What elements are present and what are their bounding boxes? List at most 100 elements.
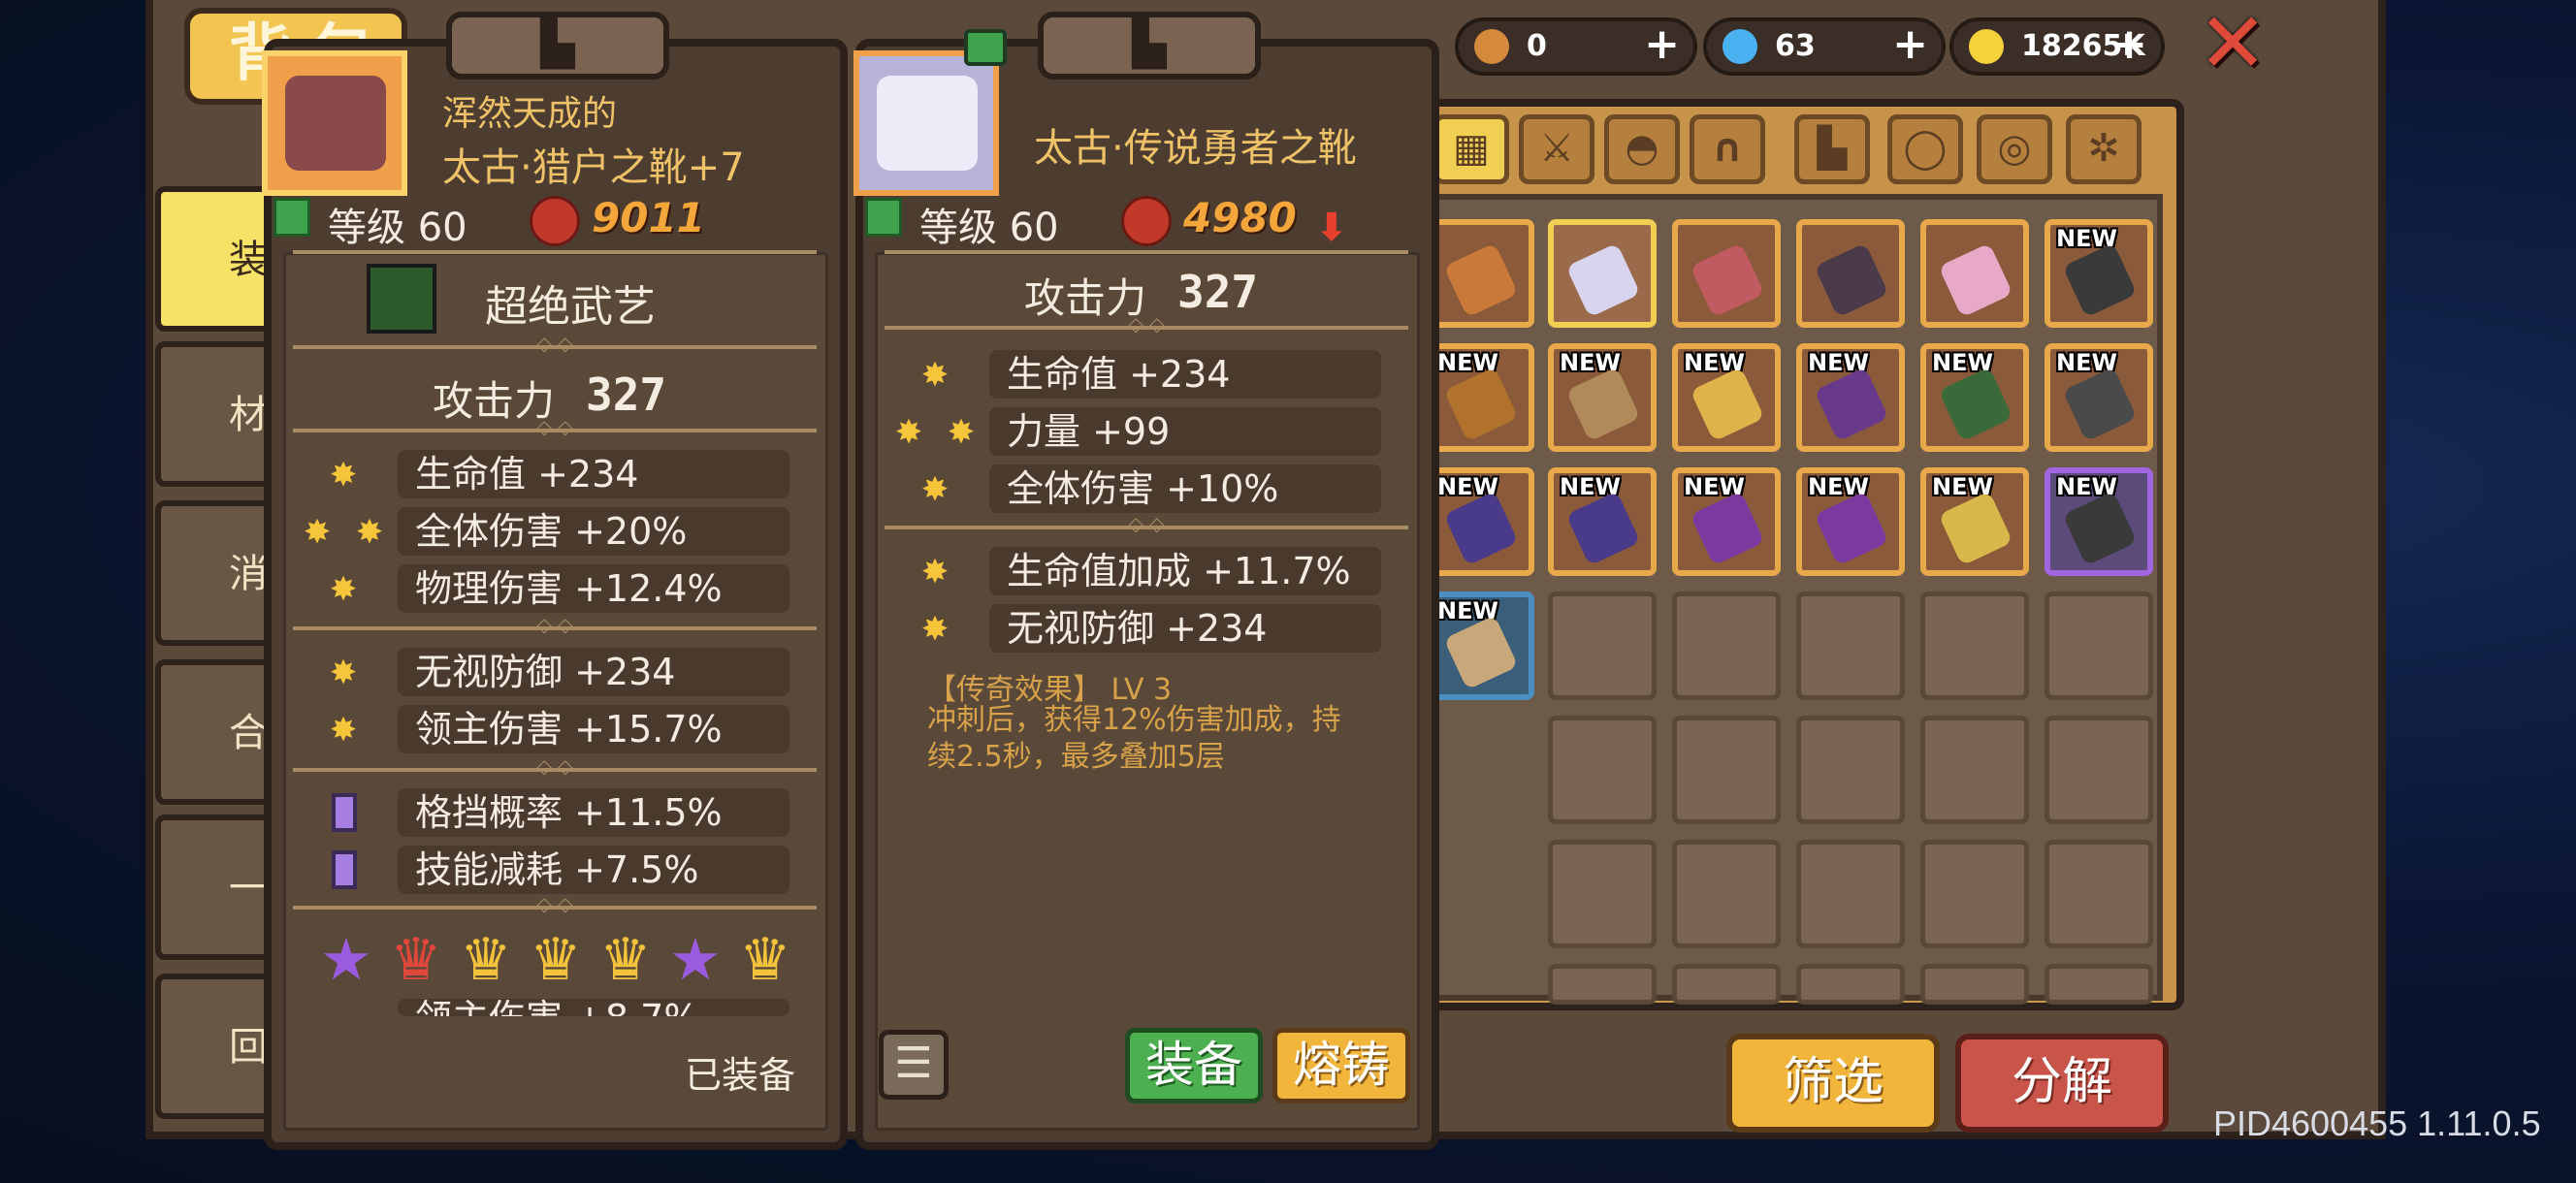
divider [293, 626, 817, 630]
stat-row: 领主伤害 +15.7% [398, 705, 789, 753]
grid-icon[interactable]: ▦ [1433, 114, 1509, 184]
inventory-slot[interactable]: NEW [2045, 467, 2153, 576]
item-prefix: 浑然天成的 [442, 94, 618, 134]
inventory-slot[interactable]: NEW [2045, 219, 2153, 328]
inventory-slot[interactable]: NEW [1426, 592, 1534, 700]
stat-row: 技能减耗 +7.5% [398, 846, 789, 894]
divider [293, 345, 817, 349]
legend-effect-line: 冲刺后，获得12%伤害加成，持 [927, 703, 1341, 737]
inventory-slot[interactable]: NEW [1548, 467, 1657, 576]
inventory-slot[interactable] [1796, 219, 1905, 328]
inventory-slot[interactable] [1548, 219, 1657, 328]
empty-slot[interactable] [1548, 840, 1657, 948]
empty-slot[interactable] [1672, 716, 1781, 824]
inventory-slot[interactable]: NEW [1920, 467, 2029, 576]
add-meat-button[interactable]: + [1644, 19, 1680, 70]
stat-row: 生命值 +234 [398, 450, 789, 498]
down-arrow-icon: ⬇ [1315, 206, 1348, 250]
empty-slot[interactable] [1672, 964, 1781, 1005]
side-tab-consumables[interactable]: 消 [155, 500, 281, 646]
list-icon[interactable]: ☰ [879, 1030, 949, 1100]
inventory-slot[interactable]: NEW [1920, 343, 2029, 452]
ring-icon[interactable]: ◎ [1977, 114, 2052, 184]
skill-name: 超绝武艺 [485, 282, 656, 332]
boots-slot-emblem: ▙ [446, 12, 669, 80]
side-tab-combine[interactable]: 合 [155, 659, 281, 805]
side-tab-onekey[interactable]: 一 [155, 815, 281, 960]
meat-icon [1474, 29, 1509, 64]
inventory-slot[interactable]: NEW [1548, 343, 1657, 452]
empty-slot[interactable] [1920, 840, 2029, 948]
empty-slot[interactable] [1920, 964, 2029, 1005]
side-tab-materials[interactable]: 材 [155, 341, 281, 487]
empty-slot[interactable] [1796, 964, 1905, 1005]
smelt-button[interactable]: 熔铸 [1272, 1028, 1410, 1103]
close-icon[interactable]: ✕ [2194, 2, 2271, 85]
add-gems-button[interactable]: + [1892, 19, 1928, 70]
divider [293, 906, 817, 910]
empty-slot[interactable] [1920, 716, 2029, 824]
unlock-icon[interactable] [964, 29, 1007, 66]
inventory-slot[interactable] [1672, 219, 1781, 328]
star-icon: ✸ [920, 470, 950, 509]
star-icon: ✸ [329, 456, 358, 495]
empty-slot[interactable] [1796, 840, 1905, 948]
filter-button[interactable]: 筛选 [1726, 1034, 1940, 1133]
necklace-icon[interactable]: ◯ [1887, 114, 1963, 184]
empty-slot[interactable] [1672, 592, 1781, 700]
star-icon: ✸ [355, 513, 384, 552]
empty-slot[interactable] [1548, 964, 1657, 1005]
version-label: PID4600455 1.11.0.5 [2213, 1103, 2541, 1143]
empty-slot[interactable] [1548, 716, 1657, 824]
empty-slot[interactable] [1672, 840, 1781, 948]
power-icon [530, 196, 580, 246]
side-tab-recycle[interactable]: 回 [155, 974, 281, 1119]
gold-crown-icon: ♛ [739, 926, 791, 994]
side-tab-equipment[interactable]: 装 [155, 186, 281, 332]
divider [293, 250, 817, 254]
stat-row: 无视防御 +234 [398, 648, 789, 696]
inventory-slot[interactable]: NEW [2045, 343, 2153, 452]
empty-slot[interactable] [1920, 592, 2029, 700]
helmet-icon[interactable]: ∩ [1690, 114, 1765, 184]
empty-slot[interactable] [2045, 840, 2153, 948]
gem-icon [1723, 29, 1757, 64]
inventory-slot[interactable]: NEW [1426, 467, 1534, 576]
inventory-slot[interactable]: NEW [1672, 343, 1781, 452]
armor-icon[interactable]: ◓ [1604, 114, 1680, 184]
star-icon: ✸ [329, 711, 358, 750]
inventory-slot[interactable] [1920, 219, 2029, 328]
stat-row: 物理伤害 +12.4% [398, 564, 789, 613]
empty-slot[interactable] [1796, 592, 1905, 700]
empty-slot[interactable] [2045, 592, 2153, 700]
sword-icon[interactable]: ⚔ [1519, 114, 1594, 184]
gear-icon[interactable]: ✲ [2066, 114, 2141, 184]
add-coins-button[interactable]: + [2111, 19, 2147, 70]
purple-star-icon: ★ [669, 926, 722, 994]
inventory-slot[interactable]: NEW [1796, 343, 1905, 452]
stat-row: 全体伤害 +20% [398, 507, 789, 556]
legend-effect-line: 续2.5秒，最多叠加5层 [927, 740, 1225, 774]
empty-slot[interactable] [1548, 592, 1657, 700]
star-icon: ✸ [894, 413, 923, 452]
item-power: 4980 [1183, 194, 1297, 241]
equip-button[interactable]: 装备 [1125, 1028, 1263, 1103]
rune-icon [332, 850, 357, 889]
empty-slot[interactable] [2045, 964, 2153, 1005]
stat-row: 全体伤害 +10% [989, 464, 1381, 513]
inventory-slot[interactable]: NEW [1672, 467, 1781, 576]
currency-coins: 18265K + [1949, 17, 2165, 76]
power-icon [1121, 196, 1172, 246]
dismantle-button[interactable]: 分解 [1955, 1034, 2169, 1133]
currency-meat: 0 + [1455, 17, 1697, 76]
rune-icon [332, 793, 357, 832]
boots-icon[interactable]: ▙ [1794, 114, 1870, 184]
inventory-slot[interactable]: NEW [1426, 343, 1534, 452]
item-name: 太古·传说勇者之靴 [1034, 126, 1357, 171]
inventory-slot[interactable] [1426, 219, 1534, 328]
gold-crown-icon: ♛ [530, 926, 582, 994]
empty-slot[interactable] [1796, 716, 1905, 824]
item-level: 等级 60 [328, 206, 467, 250]
empty-slot[interactable] [2045, 716, 2153, 824]
inventory-slot[interactable]: NEW [1796, 467, 1905, 576]
